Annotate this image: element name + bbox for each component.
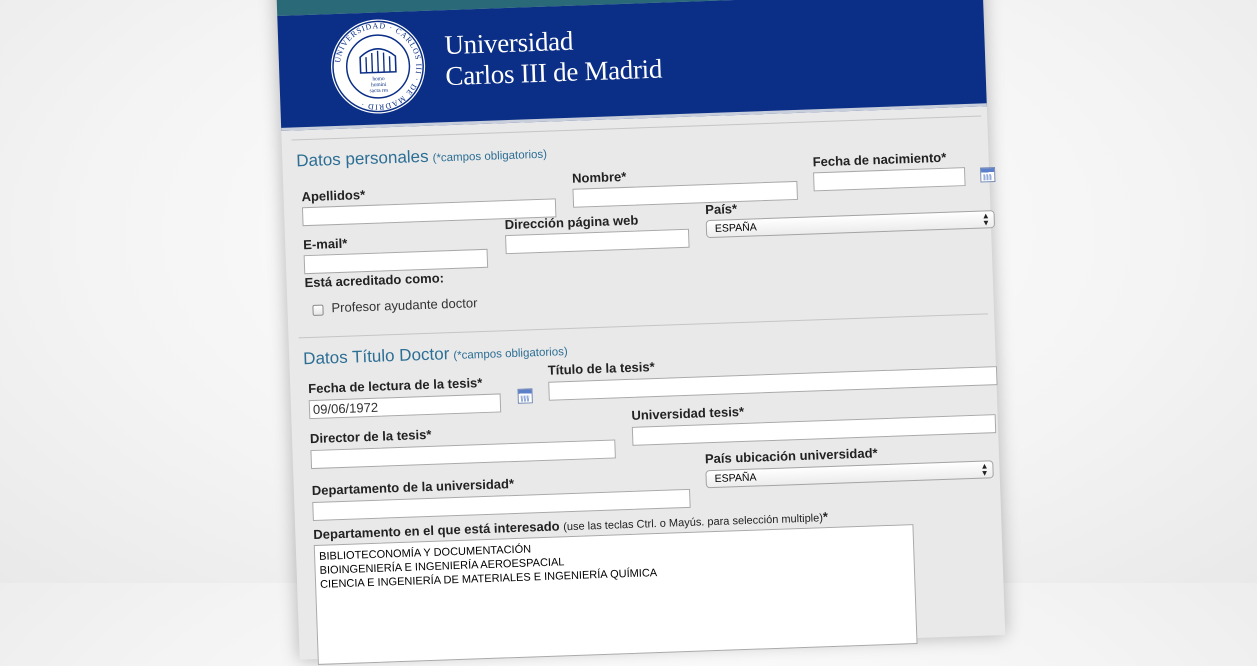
form-page: UNIVERSIDAD · CARLOS III · DE MADRID · h… (276, 0, 1006, 665)
departamentos-listbox[interactable]: BIBLIOTECONOMÍA Y DOCUMENTACIÓN BIOINGEN… (313, 524, 918, 665)
select-arrows-icon: ▲ ▼ (980, 461, 989, 478)
calendar-icon[interactable] (517, 388, 533, 404)
university-seal-logo: UNIVERSIDAD · CARLOS III · DE MADRID · h… (331, 19, 426, 114)
calendar-icon[interactable] (979, 167, 996, 183)
fecha-lectura-input[interactable]: 09/06/1972 (308, 393, 502, 420)
required-note: (*campos obligatorios) (432, 148, 548, 165)
pais-label: País* (705, 201, 738, 218)
fecha-nacimiento-input[interactable] (813, 167, 966, 192)
pais-select[interactable]: ESPAÑA ▲ ▼ (705, 210, 996, 239)
pais-ubicacion-select-value: ESPAÑA (714, 471, 757, 485)
section-title-text: Datos personales (295, 146, 429, 171)
departamento-label: Departamento de la universidad* (311, 476, 515, 499)
select-arrows-icon: ▲ ▼ (981, 211, 991, 228)
section-title-doctor: Datos Título Doctor (*campos obligatorios… (303, 340, 568, 369)
required-note: (*campos obligatorios) (453, 346, 568, 363)
interesado-required: * (822, 509, 829, 525)
university-banner: UNIVERSIDAD · CARLOS III · DE MADRID · h… (277, 0, 987, 131)
section-title-personal: Datos personales (*campos obligatorios) (296, 143, 547, 172)
titulo-label: Título de la tesis* (547, 359, 655, 378)
fecha-lectura-label: Fecha de lectura de la tesis* (308, 375, 483, 397)
nombre-label: Nombre* (571, 168, 627, 186)
svg-text:sacra res: sacra res (370, 88, 389, 95)
pais-ubicacion-label: País ubicación universidad* (704, 445, 878, 467)
web-label: Dirección página web (504, 212, 639, 233)
email-label: E-mail* (302, 235, 348, 253)
university-name: Universidad Carlos III de Madrid (444, 23, 663, 93)
profesor-ayudante-checkbox[interactable] (312, 304, 324, 316)
fecha-nacimiento-label: Fecha de nacimiento* (812, 149, 947, 170)
email-input[interactable] (303, 248, 489, 275)
apellidos-label: Apellidos* (301, 187, 366, 205)
section-title-text: Datos Título Doctor (302, 344, 450, 369)
universidad-label: Universidad tesis* (631, 403, 745, 423)
nombre-input[interactable] (572, 180, 798, 208)
university-name-line2: Carlos III de Madrid (444, 53, 663, 92)
web-input[interactable] (505, 228, 690, 255)
director-label: Director de la tesis* (309, 426, 432, 447)
pais-select-value: ESPAÑA (714, 221, 757, 235)
profesor-ayudante-label: Profesor ayudante doctor (331, 295, 478, 316)
section-divider (298, 313, 989, 339)
